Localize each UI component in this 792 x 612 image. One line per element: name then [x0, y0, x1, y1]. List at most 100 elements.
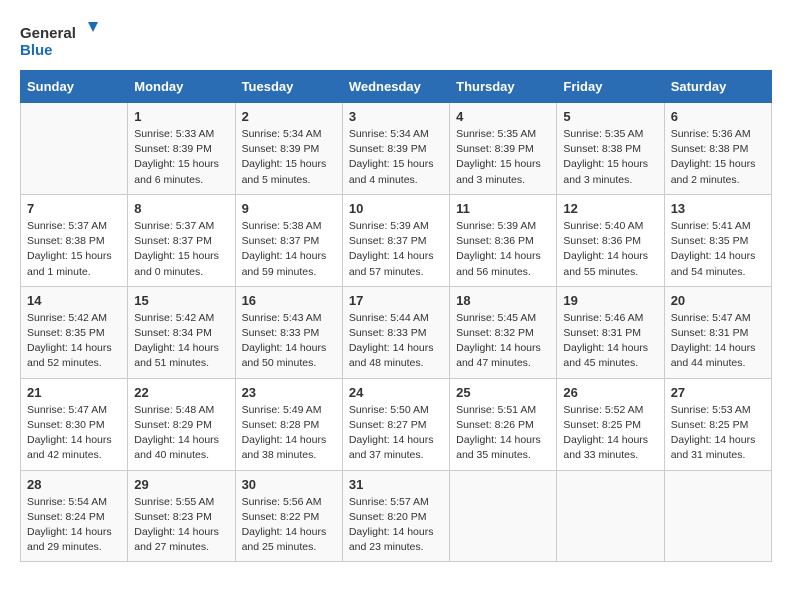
calendar-week-row: 14 Sunrise: 5:42 AM Sunset: 8:35 PM Dayli…: [21, 286, 772, 378]
day-number: 6: [671, 109, 765, 124]
day-info: Sunrise: 5:36 AM Sunset: 8:38 PM Dayligh…: [671, 127, 765, 188]
day-number: 13: [671, 201, 765, 216]
calendar-day-cell: 9Sunrise: 5:38 AM Sunset: 8:37 PM Daylig…: [235, 194, 342, 286]
calendar-day-cell: 7 Sunrise: 5:37 AM Sunset: 8:38 PM Daylig…: [21, 194, 128, 286]
calendar-day-cell: [664, 470, 771, 562]
day-info: Sunrise: 5:43 AM Sunset: 8:33 PM Dayligh…: [242, 311, 336, 372]
day-number: 15: [134, 293, 228, 308]
day-number: 29: [134, 477, 228, 492]
calendar-day-cell: 30 Sunrise: 5:56 AM Sunset: 8:22 PM Dayli…: [235, 470, 342, 562]
day-number: 28: [27, 477, 121, 492]
calendar-day-cell: 10 Sunrise: 5:39 AM Sunset: 8:37 PM Dayli…: [342, 194, 449, 286]
day-info: Sunrise: 5:57 AM Sunset: 8:20 PM Dayligh…: [349, 495, 443, 556]
svg-text:General: General: [20, 25, 76, 42]
calendar-day-cell: 25Sunrise: 5:51 AM Sunset: 8:26 PM Dayli…: [450, 378, 557, 470]
day-info: Sunrise: 5:48 AM Sunset: 8:29 PM Dayligh…: [134, 403, 228, 464]
calendar-day-cell: 26 Sunrise: 5:52 AM Sunset: 8:25 PM Dayli…: [557, 378, 664, 470]
calendar-day-cell: 14 Sunrise: 5:42 AM Sunset: 8:35 PM Dayli…: [21, 286, 128, 378]
header-day-wednesday: Wednesday: [342, 71, 449, 103]
calendar-day-cell: 21Sunrise: 5:47 AM Sunset: 8:30 PM Dayli…: [21, 378, 128, 470]
calendar-day-cell: 13 Sunrise: 5:41 AM Sunset: 8:35 PM Dayli…: [664, 194, 771, 286]
calendar-day-cell: 18 Sunrise: 5:45 AM Sunset: 8:32 PM Dayli…: [450, 286, 557, 378]
calendar-day-cell: [557, 470, 664, 562]
header-day-saturday: Saturday: [664, 71, 771, 103]
calendar-day-cell: 6 Sunrise: 5:36 AM Sunset: 8:38 PM Daylig…: [664, 103, 771, 195]
day-info: Sunrise: 5:35 AM Sunset: 8:39 PM Dayligh…: [456, 127, 550, 188]
day-number: 30: [242, 477, 336, 492]
day-info: Sunrise: 5:54 AM Sunset: 8:24 PM Dayligh…: [27, 495, 121, 556]
day-info: Sunrise: 5:40 AM Sunset: 8:36 PM Dayligh…: [563, 219, 657, 280]
calendar-day-cell: 2 Sunrise: 5:34 AM Sunset: 8:39 PM Daylig…: [235, 103, 342, 195]
day-number: 7: [27, 201, 121, 216]
calendar-day-cell: 24Sunrise: 5:50 AM Sunset: 8:27 PM Dayli…: [342, 378, 449, 470]
day-info: Sunrise: 5:55 AM Sunset: 8:23 PM Dayligh…: [134, 495, 228, 556]
day-number: 11: [456, 201, 550, 216]
calendar-day-cell: 22 Sunrise: 5:48 AM Sunset: 8:29 PM Dayli…: [128, 378, 235, 470]
calendar-day-cell: [21, 103, 128, 195]
day-info: Sunrise: 5:44 AM Sunset: 8:33 PM Dayligh…: [349, 311, 443, 372]
calendar-week-row: 21Sunrise: 5:47 AM Sunset: 8:30 PM Dayli…: [21, 378, 772, 470]
day-number: 20: [671, 293, 765, 308]
svg-text:Blue: Blue: [20, 42, 53, 59]
day-number: 17: [349, 293, 443, 308]
day-info: Sunrise: 5:34 AM Sunset: 8:39 PM Dayligh…: [242, 127, 336, 188]
day-info: Sunrise: 5:52 AM Sunset: 8:25 PM Dayligh…: [563, 403, 657, 464]
calendar-day-cell: 17 Sunrise: 5:44 AM Sunset: 8:33 PM Dayli…: [342, 286, 449, 378]
day-number: 16: [242, 293, 336, 308]
day-number: 3: [349, 109, 443, 124]
calendar-day-cell: 20Sunrise: 5:47 AM Sunset: 8:31 PM Dayli…: [664, 286, 771, 378]
day-info: Sunrise: 5:45 AM Sunset: 8:32 PM Dayligh…: [456, 311, 550, 372]
calendar-day-cell: 31 Sunrise: 5:57 AM Sunset: 8:20 PM Dayli…: [342, 470, 449, 562]
calendar-day-cell: 19Sunrise: 5:46 AM Sunset: 8:31 PM Dayli…: [557, 286, 664, 378]
page-header: General Blue: [20, 20, 772, 60]
calendar-day-cell: 11 Sunrise: 5:39 AM Sunset: 8:36 PM Dayli…: [450, 194, 557, 286]
header-day-thursday: Thursday: [450, 71, 557, 103]
calendar-day-cell: 27 Sunrise: 5:53 AM Sunset: 8:25 PM Dayli…: [664, 378, 771, 470]
day-number: 27: [671, 385, 765, 400]
day-info: Sunrise: 5:39 AM Sunset: 8:36 PM Dayligh…: [456, 219, 550, 280]
day-number: 18: [456, 293, 550, 308]
calendar-week-row: 7 Sunrise: 5:37 AM Sunset: 8:38 PM Daylig…: [21, 194, 772, 286]
calendar-day-cell: 23Sunrise: 5:49 AM Sunset: 8:28 PM Dayli…: [235, 378, 342, 470]
day-number: 26: [563, 385, 657, 400]
day-info: Sunrise: 5:39 AM Sunset: 8:37 PM Dayligh…: [349, 219, 443, 280]
calendar-day-cell: 16 Sunrise: 5:43 AM Sunset: 8:33 PM Dayli…: [235, 286, 342, 378]
day-number: 1: [134, 109, 228, 124]
day-info: Sunrise: 5:33 AM Sunset: 8:39 PM Dayligh…: [134, 127, 228, 188]
day-number: 5: [563, 109, 657, 124]
day-number: 23: [242, 385, 336, 400]
day-info: Sunrise: 5:37 AM Sunset: 8:38 PM Dayligh…: [27, 219, 121, 280]
calendar-day-cell: 12 Sunrise: 5:40 AM Sunset: 8:36 PM Dayli…: [557, 194, 664, 286]
calendar-day-cell: 15Sunrise: 5:42 AM Sunset: 8:34 PM Dayli…: [128, 286, 235, 378]
logo-svg: General Blue: [20, 20, 100, 60]
calendar-day-cell: [450, 470, 557, 562]
day-info: Sunrise: 5:50 AM Sunset: 8:27 PM Dayligh…: [349, 403, 443, 464]
day-number: 12: [563, 201, 657, 216]
calendar-table: SundayMondayTuesdayWednesdayThursdayFrid…: [20, 70, 772, 562]
calendar-day-cell: 3 Sunrise: 5:34 AM Sunset: 8:39 PM Daylig…: [342, 103, 449, 195]
day-info: Sunrise: 5:47 AM Sunset: 8:30 PM Dayligh…: [27, 403, 121, 464]
day-info: Sunrise: 5:41 AM Sunset: 8:35 PM Dayligh…: [671, 219, 765, 280]
header-day-tuesday: Tuesday: [235, 71, 342, 103]
day-info: Sunrise: 5:56 AM Sunset: 8:22 PM Dayligh…: [242, 495, 336, 556]
header-day-sunday: Sunday: [21, 71, 128, 103]
calendar-day-cell: 28 Sunrise: 5:54 AM Sunset: 8:24 PM Dayli…: [21, 470, 128, 562]
day-info: Sunrise: 5:35 AM Sunset: 8:38 PM Dayligh…: [563, 127, 657, 188]
day-number: 10: [349, 201, 443, 216]
calendar-day-cell: 4Sunrise: 5:35 AM Sunset: 8:39 PM Daylig…: [450, 103, 557, 195]
day-number: 31: [349, 477, 443, 492]
calendar-day-cell: 8Sunrise: 5:37 AM Sunset: 8:37 PM Daylig…: [128, 194, 235, 286]
calendar-day-cell: 29 Sunrise: 5:55 AM Sunset: 8:23 PM Dayli…: [128, 470, 235, 562]
day-info: Sunrise: 5:34 AM Sunset: 8:39 PM Dayligh…: [349, 127, 443, 188]
header-day-monday: Monday: [128, 71, 235, 103]
logo: General Blue: [20, 20, 100, 60]
day-number: 14: [27, 293, 121, 308]
day-number: 2: [242, 109, 336, 124]
day-info: Sunrise: 5:46 AM Sunset: 8:31 PM Dayligh…: [563, 311, 657, 372]
day-info: Sunrise: 5:42 AM Sunset: 8:35 PM Dayligh…: [27, 311, 121, 372]
day-info: Sunrise: 5:53 AM Sunset: 8:25 PM Dayligh…: [671, 403, 765, 464]
day-number: 22: [134, 385, 228, 400]
day-info: Sunrise: 5:37 AM Sunset: 8:37 PM Dayligh…: [134, 219, 228, 280]
day-number: 25: [456, 385, 550, 400]
calendar-week-row: 28 Sunrise: 5:54 AM Sunset: 8:24 PM Dayli…: [21, 470, 772, 562]
